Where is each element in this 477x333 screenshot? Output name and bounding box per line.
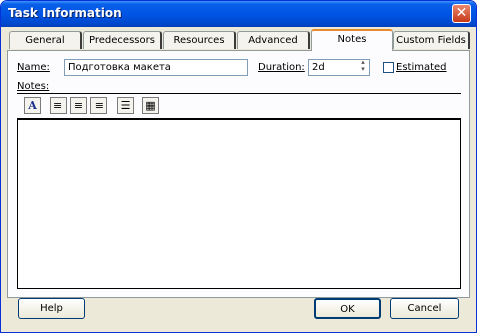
tab-predecessors-label: Predecessors (89, 35, 155, 46)
name-field[interactable]: Подготовка макета (64, 59, 248, 76)
close-icon[interactable]: ✕ (452, 4, 471, 23)
insert-object-icon[interactable]: ▦ (142, 97, 159, 114)
tab-notes-label: Notes (337, 34, 367, 45)
tab-predecessors[interactable]: Predecessors (83, 31, 162, 49)
notes-separator (17, 93, 461, 94)
ok-button[interactable]: OK (314, 298, 381, 319)
name-label: Name: (17, 62, 50, 73)
help-button-label: Help (40, 303, 63, 314)
title-bar[interactable]: Task Information ✕ (1, 1, 476, 27)
tab-resources[interactable]: Resources (163, 31, 236, 49)
cancel-button[interactable]: Cancel (390, 298, 459, 319)
cancel-button-label: Cancel (407, 303, 442, 314)
tab-custom-fields[interactable]: Custom Fields (393, 31, 470, 49)
align-center-icon[interactable]: ≡ (70, 97, 87, 114)
tab-custom-fields-label: Custom Fields (396, 35, 466, 46)
duration-label: Duration: (258, 62, 305, 73)
notes-textarea[interactable] (17, 118, 461, 289)
tab-resources-label: Resources (173, 35, 225, 46)
font-icon[interactable]: A (24, 97, 41, 114)
tab-notes[interactable]: Notes (311, 29, 393, 51)
tab-advanced[interactable]: Advanced (237, 31, 310, 49)
window-title: Task Information (8, 6, 122, 20)
notes-label: Notes: (17, 81, 50, 92)
help-button[interactable]: Help (18, 298, 85, 319)
tab-general-label: General (25, 35, 65, 46)
tab-general[interactable]: General (9, 31, 82, 49)
duration-value: 2d (312, 62, 325, 73)
tab-advanced-label: Advanced (248, 35, 298, 46)
ok-button-label: OK (340, 304, 355, 315)
align-left-icon[interactable]: ≡ (50, 97, 67, 114)
estimated-checkbox[interactable] (383, 62, 394, 73)
duration-spinner[interactable]: ▴ ▾ (357, 59, 369, 75)
bulleted-list-icon[interactable]: ☰ (117, 97, 134, 114)
task-information-dialog: Task Information ✕ General Predecessors … (0, 0, 477, 333)
estimated-label: Estimated (396, 62, 447, 73)
align-right-icon[interactable]: ≡ (90, 97, 107, 114)
